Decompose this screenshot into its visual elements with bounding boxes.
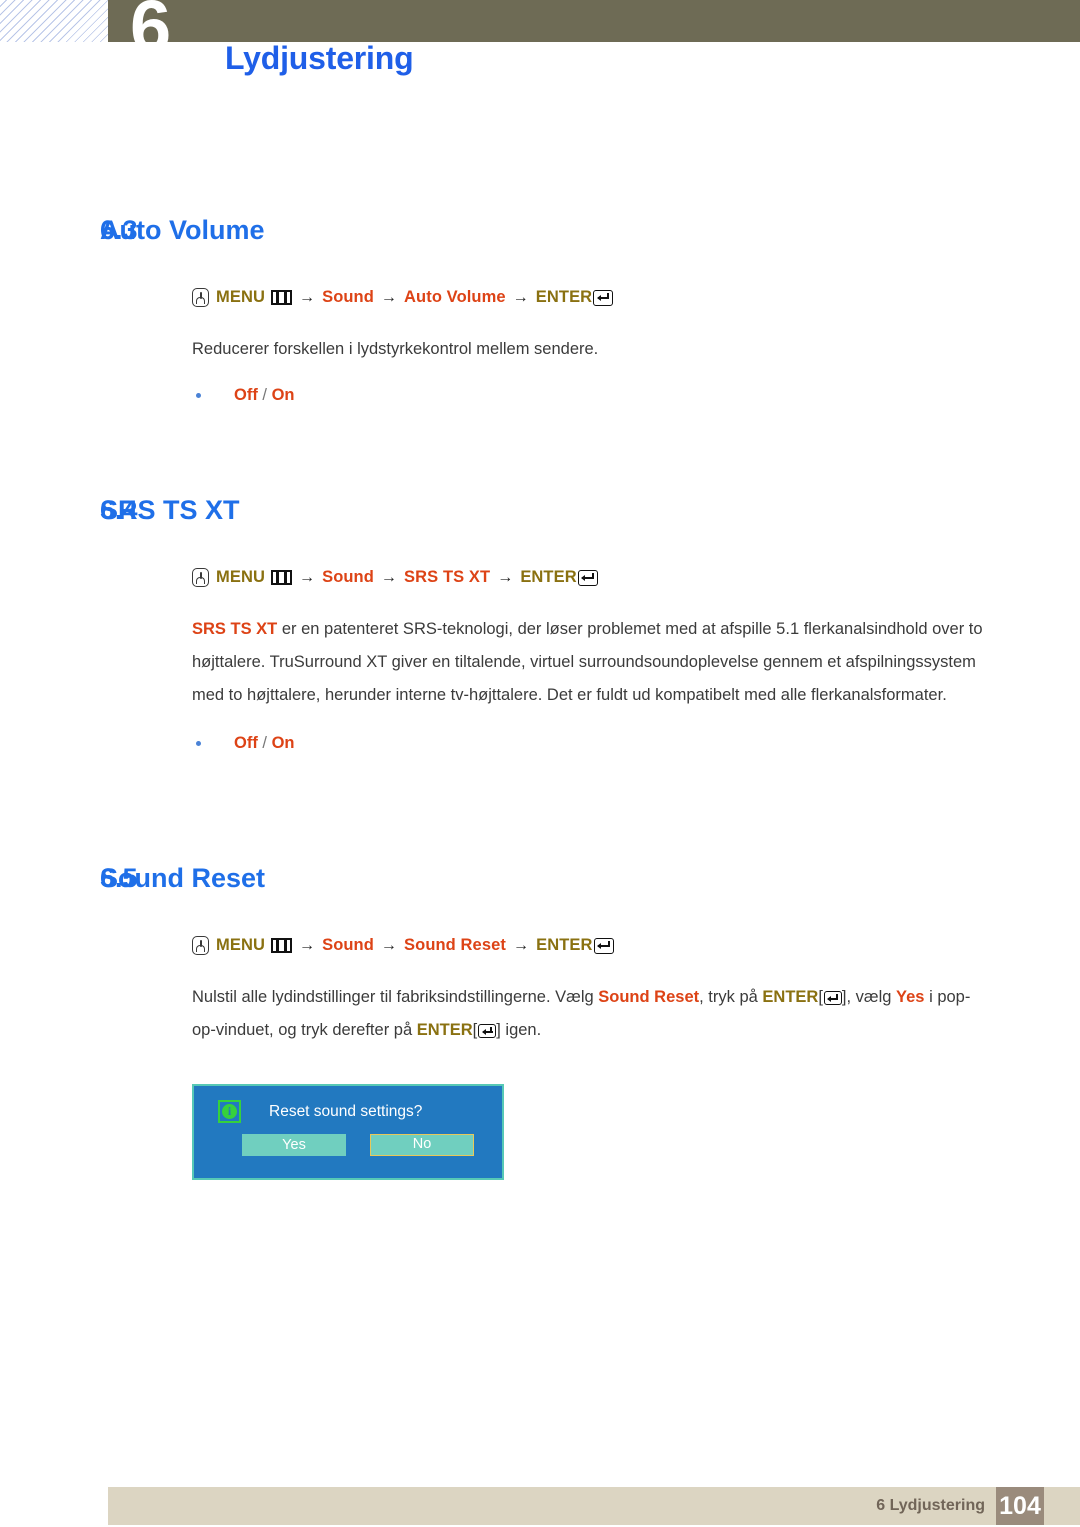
enter-key-icon [478, 1023, 497, 1038]
description-sound-reset: Nulstil alle lydindstillinger til fabrik… [0, 981, 1080, 1047]
desc-keyword-enter-2: ENTER [416, 1021, 473, 1039]
desc-keyword-yes: Yes [896, 988, 925, 1006]
section-number: 6.3 [100, 215, 138, 245]
menu-path-arrow-3: → [512, 936, 530, 954]
enter-key-icon [823, 990, 842, 1005]
option-off: Off [234, 734, 258, 752]
menu-path-menu-label: MENU [216, 568, 265, 586]
section-heading-6-3: 6.3 Auto Volume [0, 215, 1080, 246]
menu-path-step-sound: Sound [322, 936, 374, 954]
desc-part-6: [ [472, 1021, 478, 1039]
hand-press-icon [192, 288, 209, 307]
menu-path-arrow-2: → [380, 568, 398, 586]
menu-grid-icon [270, 938, 292, 953]
osd-no-button[interactable]: No [370, 1134, 474, 1156]
enter-key-icon [593, 937, 614, 954]
description-body: er en patenteret SRS-teknologi, der løse… [192, 620, 983, 704]
desc-keyword-sound-reset: Sound Reset [598, 988, 700, 1006]
section-title: Sound Reset [100, 863, 266, 893]
menu-path-step-auto-volume: Auto Volume [404, 288, 506, 306]
menu-grid-icon [270, 570, 292, 585]
option-list-srs-ts-xt: Off / On [0, 734, 1080, 753]
osd-yes-button[interactable]: Yes [242, 1134, 346, 1156]
footer-content: 6 Lydjustering 104 [876, 1487, 1080, 1525]
menu-path-auto-volume: MENU → Sound → Auto Volume → ENTER [0, 288, 1080, 307]
menu-path-step-srs-ts-xt: SRS TS XT [404, 568, 491, 586]
footer-chapter-label: 6 Lydjustering [876, 1497, 985, 1514]
menu-path-step-sound: Sound [322, 568, 374, 586]
desc-part-1: Nulstil alle lydindstillinger til fabrik… [192, 988, 599, 1006]
desc-part-3: [ [818, 988, 823, 1006]
info-icon-glyph: i [222, 1104, 237, 1119]
menu-path-srs-ts-xt: MENU → Sound → SRS TS XT → ENTER [0, 568, 1080, 587]
menu-path-arrow-1: → [298, 568, 316, 586]
menu-path-arrow-1: → [298, 288, 316, 306]
option-values: Off / On [234, 734, 295, 753]
section-number: 6.4 [100, 495, 138, 525]
hand-press-icon [192, 568, 209, 587]
corner-hatch-decoration [0, 0, 108, 42]
menu-path-arrow-1: → [298, 936, 316, 954]
description-srs-ts-xt: SRS TS XT er en patenteret SRS-teknologi… [0, 613, 1080, 712]
desc-part-2: , tryk på [699, 988, 763, 1006]
menu-path-arrow-2: → [380, 288, 398, 306]
page-title: Lydjustering [225, 40, 414, 76]
description-lead-keyword: SRS TS XT [192, 620, 278, 638]
option-separator: / [257, 386, 272, 404]
osd-message-text: Reset sound settings? [269, 1102, 423, 1120]
option-list-auto-volume: Off / On [0, 386, 1080, 405]
osd-message-row: i Reset sound settings? [194, 1086, 502, 1123]
desc-part-4: ], vælg [841, 988, 897, 1006]
page-footer: 6 Lydjustering 104 [108, 1487, 1080, 1525]
section-heading-6-5: 6.5 Sound Reset [0, 863, 1080, 894]
menu-path-enter-label: ENTER [535, 288, 593, 306]
osd-button-group: Yes No [194, 1123, 502, 1156]
option-separator: / [257, 734, 272, 752]
menu-path-step-sound: Sound [322, 288, 374, 306]
menu-path-enter-label: ENTER [536, 936, 593, 954]
osd-reset-dialog[interactable]: i Reset sound settings? Yes No [192, 1084, 504, 1180]
menu-path-arrow-3: → [497, 568, 514, 586]
section-title: Auto Volume [100, 215, 265, 245]
menu-path-enter-label: ENTER [520, 568, 577, 586]
chapter-number: 6 [130, 0, 172, 42]
footer-page-number: 104 [996, 1487, 1044, 1525]
section-sound-reset: 6.5 Sound Reset MENU → Sound → Sound Res… [0, 863, 1080, 1047]
description-auto-volume: Reducerer forskellen i lydstyrkekontrol … [192, 340, 599, 358]
menu-grid-icon [270, 290, 292, 305]
menu-path-menu-label: MENU [216, 288, 265, 306]
section-srs-ts-xt: 6.4 SRS TS XT MENU → Sound → SRS TS XT →… [0, 495, 1080, 753]
option-on: On [271, 386, 295, 404]
menu-path-arrow-3: → [512, 288, 529, 306]
section-title: SRS TS XT [100, 495, 240, 525]
option-values: Off / On [234, 386, 295, 405]
desc-part-7: ] igen. [496, 1021, 542, 1039]
chapter-header-block: 6 [108, 0, 1080, 42]
enter-key-icon [593, 289, 614, 306]
section-heading-6-4: 6.4 SRS TS XT [0, 495, 1080, 526]
menu-path-sound-reset: MENU → Sound → Sound Reset → ENTER [0, 936, 1080, 955]
section-auto-volume: 6.3 Auto Volume MENU → Sound → Auto Volu… [0, 215, 1080, 405]
menu-path-menu-label: MENU [216, 936, 265, 954]
menu-path-arrow-2: → [380, 936, 398, 954]
enter-key-icon [577, 569, 598, 586]
desc-keyword-enter-1: ENTER [762, 988, 819, 1006]
menu-path-step-sound-reset: Sound Reset [404, 936, 506, 954]
section-number: 6.5 [100, 863, 138, 893]
hand-press-icon [192, 936, 209, 955]
bullet-dot-icon [196, 741, 201, 746]
option-on: On [271, 734, 295, 752]
bullet-dot-icon [196, 393, 201, 398]
option-off: Off [234, 386, 258, 404]
info-icon: i [218, 1100, 241, 1123]
